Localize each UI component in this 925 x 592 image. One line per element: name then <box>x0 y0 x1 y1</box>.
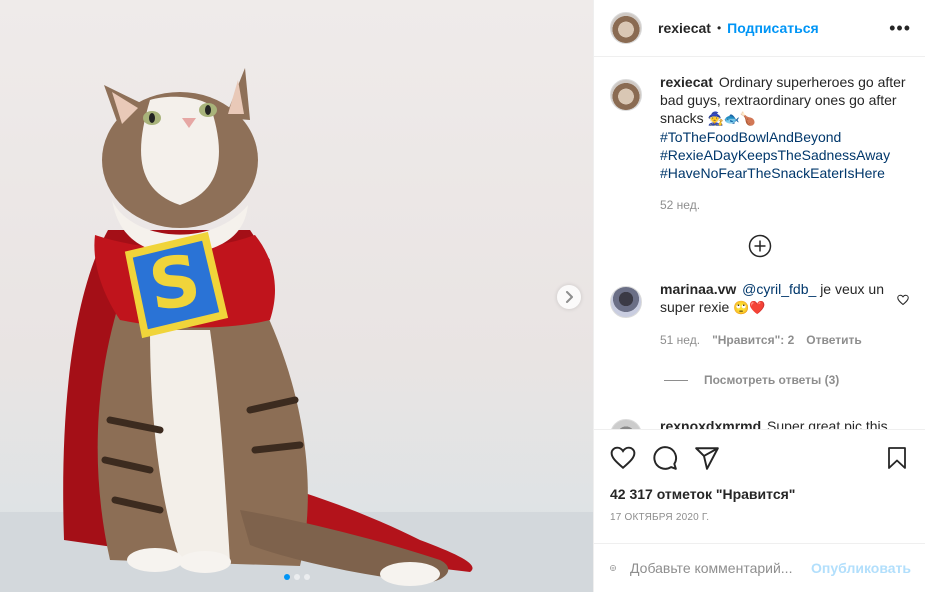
view-replies-label: Посмотреть ответы (3) <box>704 373 840 387</box>
post-actions: 42 317 отметок "Нравится" 17 октября 202… <box>594 429 925 543</box>
hashtag-link[interactable]: #RexieADayKeepsTheSadnessAway <box>660 146 909 164</box>
carousel-indicator <box>0 574 593 580</box>
carousel-dot <box>283 574 290 580</box>
caption-time[interactable]: 52 нед. <box>660 198 700 212</box>
header-separator: • <box>716 21 722 35</box>
carousel-dot <box>303 574 310 580</box>
post-media[interactable]: S <box>0 0 593 592</box>
post-date[interactable]: 17 октября 2020 г. <box>610 512 909 523</box>
author-avatar[interactable] <box>610 12 642 44</box>
comment-input[interactable] <box>630 560 812 576</box>
caption-username[interactable]: rexiecat <box>660 74 713 90</box>
publish-button[interactable]: Опубликовать <box>811 560 911 576</box>
cat-superhero-photo: S <box>0 68 593 592</box>
comment-item: marinaa.vw @cyril_fdb_ je veux un super … <box>610 280 909 347</box>
heart-icon[interactable] <box>610 445 636 471</box>
more-options-icon[interactable]: ••• <box>889 19 911 37</box>
hashtag-link[interactable]: #ToTheFoodBowlAndBeyond <box>660 128 909 146</box>
load-more-comments <box>610 234 909 258</box>
carousel-dot <box>293 574 300 580</box>
smiley-icon[interactable] <box>610 556 616 580</box>
mention-link[interactable]: @cyril_fdb_ <box>742 281 816 297</box>
post-header: rexiecat • Подписаться ••• <box>594 0 925 57</box>
comment-text: Super great pic this <box>767 418 888 429</box>
commenter-avatar[interactable] <box>610 286 642 318</box>
commenter-username[interactable]: marinaa.vw <box>660 281 736 297</box>
add-comment-bar: Опубликовать <box>594 543 925 592</box>
commenter-avatar[interactable] <box>610 419 642 429</box>
post-sidebar: rexiecat • Подписаться ••• rexiecat Ordi… <box>593 0 925 592</box>
bookmark-icon[interactable] <box>885 445 909 471</box>
hashtag-link[interactable]: #HaveNoFearTheSnackEaterIsHere <box>660 164 909 182</box>
replies-divider <box>664 379 688 381</box>
chevron-right-icon <box>566 291 573 303</box>
caption-avatar[interactable] <box>610 79 642 111</box>
author-username[interactable]: rexiecat <box>658 20 711 36</box>
next-slide-button[interactable] <box>557 285 581 309</box>
view-replies-button[interactable]: Посмотреть ответы (3) <box>664 373 909 387</box>
caption: rexiecat Ordinary superheroes go after b… <box>610 73 909 212</box>
comment-item: rexnoxdxmrmd Super great pic this <box>610 417 909 429</box>
commenter-username[interactable]: rexnoxdxmrmd <box>660 418 761 429</box>
instagram-post-modal: S rexiecat • Подписаться ••• rexiecat Or… <box>0 0 925 592</box>
caption-emojis: 🧙🐟🍗 <box>707 111 757 126</box>
comment-emojis: 🙄❤️ <box>733 300 766 315</box>
comment-time[interactable]: 51 нед. <box>660 333 700 347</box>
reply-button[interactable]: Ответить <box>806 333 861 347</box>
paper-plane-icon[interactable] <box>694 445 720 471</box>
comment-likes[interactable]: "Нравится": 2 <box>712 333 794 347</box>
plus-circle-icon[interactable] <box>748 234 772 258</box>
heart-icon[interactable] <box>897 294 909 306</box>
follow-button[interactable]: Подписаться <box>727 20 819 36</box>
likes-count[interactable]: 42 317 отметок "Нравится" <box>610 486 909 502</box>
comments-list[interactable]: rexiecat Ordinary superheroes go after b… <box>594 57 925 429</box>
comment-icon[interactable] <box>652 445 678 471</box>
